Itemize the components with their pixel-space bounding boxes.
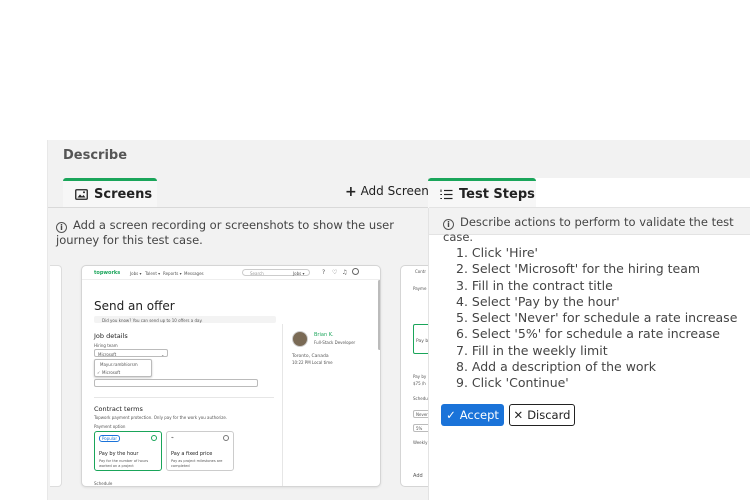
- screens-info-text: Add a screen recording or screenshots to…: [56, 218, 394, 247]
- tab-test-steps[interactable]: Test Steps: [428, 178, 536, 208]
- info-icon: i: [443, 219, 454, 230]
- thumb-dropdown: Mayur.rambhiorsm ✓ Microsoft: [94, 359, 152, 377]
- radio-selected-icon: [151, 435, 157, 441]
- tab-underline: [48, 207, 431, 208]
- thumb-pay-hour-title: Pay by the hour: [99, 451, 139, 457]
- thumb-logo: topworks: [94, 270, 121, 276]
- bell-icon: ♫: [342, 269, 348, 276]
- thumb-pay-hour-desc: Pay for the number of hours worked on a …: [99, 459, 149, 468]
- thumb-tip: Did you know? You can send up to 10 offe…: [94, 316, 276, 323]
- help-icon: ?: [322, 269, 326, 276]
- image-icon: [75, 185, 88, 204]
- thumb2-line: Pay by: [413, 374, 427, 379]
- add-screen-button[interactable]: + Add Screen: [345, 184, 429, 200]
- check-icon: ✓: [97, 370, 101, 375]
- thumb-hiring-team-label: Hiring team: [94, 343, 118, 348]
- thumb-pay-fixed-desc: Pay as project milestones are completed: [171, 459, 223, 468]
- thumb-payment-protection: Topwork payment protection. Only pay for…: [94, 415, 228, 420]
- steps-list[interactable]: 1. Click 'Hire' 2. Select 'Microsoft' fo…: [456, 245, 737, 392]
- add-screen-label: Add Screen: [360, 184, 429, 198]
- thumb-pay-hour-card: Popular Pay by the hour Pay for the numb…: [94, 431, 162, 471]
- thumb-hiring-select: Microsoft ⌄: [94, 349, 168, 357]
- tag-icon: ⌁: [171, 435, 175, 441]
- thumb-freelancer-role: Full-Stack Developer: [314, 340, 356, 345]
- thumb-nav-messages: Messages: [184, 271, 204, 276]
- thumb-option-1: Mayur.rambhiorsm: [100, 362, 138, 367]
- thumb-hiring-value: Microsoft: [98, 351, 117, 357]
- step-item: 2. Select 'Microsoft' for the hiring tea…: [456, 261, 701, 277]
- thumb-page-title: Send an offer: [94, 299, 175, 313]
- thumb-search: Search Jobs ▾: [242, 269, 310, 276]
- thumb-nav-talent: Talent ▾: [145, 271, 161, 276]
- freelancer-photo: [292, 331, 308, 347]
- screenshot-thumbnail[interactable]: topworks Jobs ▾ Talent ▾ Reports ▾ Messa…: [81, 265, 381, 487]
- thumb2-line: Pay b: [416, 339, 429, 344]
- heart-icon: ♡: [332, 269, 338, 276]
- tab-screens[interactable]: Screens: [63, 178, 157, 208]
- thumb-nav-jobs: Jobs ▾: [130, 271, 142, 276]
- tab-test-steps-label: Test Steps: [459, 187, 535, 202]
- thumb-payment-option: Payment option: [94, 424, 126, 429]
- close-icon: ✕: [513, 408, 524, 422]
- radio-icon: [223, 435, 229, 441]
- screens-info: i Add a screen recording or screenshots t…: [56, 218, 426, 248]
- thumb-nav-reports: Reports ▾: [163, 271, 182, 276]
- tab-screens-label: Screens: [94, 187, 153, 202]
- thumb2-line: Contr: [415, 269, 426, 274]
- thumb-contract-terms: Contract terms: [94, 405, 143, 413]
- thumb-section-divider: [94, 397, 274, 398]
- thumb2-line: Add: [413, 473, 423, 479]
- thumb-title-input: [94, 379, 258, 387]
- step-item: 9. Click 'Continue': [456, 375, 569, 391]
- thumb-freelancer-name: Brian K.: [314, 332, 334, 338]
- thumb-search-placeholder: Search: [250, 271, 264, 276]
- thumb-scrollbar: [378, 280, 380, 350]
- thumb2-line: $75 /h: [413, 381, 426, 386]
- thumb-pay-fixed-card: ⌁ Pay a fixed price Pay as project miles…: [166, 431, 234, 471]
- thumb2-line: Schedu: [413, 396, 428, 401]
- check-icon: ✓: [446, 408, 456, 422]
- section-title: Describe: [63, 148, 128, 163]
- accept-label: Accept: [459, 408, 499, 422]
- step-item: 5. Select 'Never' for schedule a rate in…: [456, 310, 738, 326]
- step-item: 1. Click 'Hire': [456, 245, 538, 260]
- thumb-tip-text: Did you know? You can send up to 10 offe…: [102, 317, 203, 323]
- thumb-freelancer-time: 10:22 PM Local time: [292, 360, 333, 365]
- thumb2-line: Weekly: [413, 440, 428, 445]
- list-numbered-icon: [440, 185, 453, 204]
- thumb2-line: 5%: [416, 426, 423, 431]
- thumb2-line: Never: [416, 412, 428, 417]
- thumb-job-details: Job details: [94, 332, 128, 340]
- chevron-down-icon: ⌄: [161, 351, 165, 357]
- thumb-navbar: topworks Jobs ▾ Talent ▾ Reports ▾ Messa…: [82, 266, 380, 280]
- thumb-freelancer-location: Toronto, Canada: [292, 354, 329, 359]
- thumb-divider: [282, 324, 283, 486]
- discard-button[interactable]: ✕ Discard: [509, 404, 575, 426]
- plus-icon: +: [345, 184, 357, 200]
- discard-label: Discard: [527, 408, 571, 422]
- info-icon: i: [56, 222, 67, 233]
- step-item: 4. Select 'Pay by the hour': [456, 293, 620, 309]
- step-item: 6. Select '5%' for schedule a rate incre…: [456, 326, 720, 342]
- thumb-search-scope: Jobs ▾: [293, 271, 305, 276]
- steps-info: i Describe actions to perform to validate…: [429, 207, 750, 244]
- accept-button[interactable]: ✓ Accept: [441, 404, 504, 426]
- thumb-popular-badge: Popular: [99, 435, 120, 442]
- thumb2-line: Payme: [413, 286, 427, 291]
- step-item: 7. Fill in the weekly limit: [456, 342, 608, 358]
- thumb-option-2: Microsoft: [102, 370, 121, 375]
- thumb-pay-fixed-title: Pay a fixed price: [171, 451, 213, 457]
- step-item: 3. Fill in the contract title: [456, 277, 613, 293]
- screenshot-thumbnail-previous[interactable]: [50, 265, 62, 487]
- avatar: [352, 268, 359, 275]
- thumb-schedule: Schedule: [94, 481, 113, 486]
- step-item: 8. Add a description of the work: [456, 359, 656, 375]
